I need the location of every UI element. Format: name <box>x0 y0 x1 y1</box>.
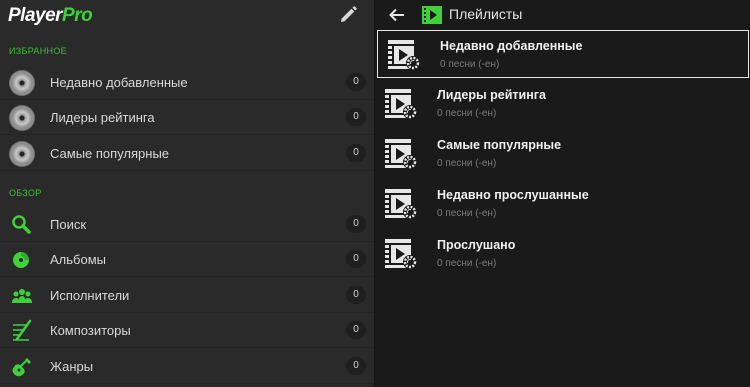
count-badge: 0 <box>346 215 366 233</box>
sidebar-item-search[interactable]: Поиск 0 <box>0 207 374 242</box>
playlist-item-recently-added[interactable]: Недавно добавленные 0 песни (-ен) <box>377 30 749 78</box>
composer-icon <box>13 319 32 341</box>
album-icon <box>13 252 29 268</box>
playlist-item-most-popular[interactable]: Самые популярные 0 песни (-ен) <box>375 130 750 178</box>
drawer-header: PlayerPro <box>0 0 374 30</box>
edit-icon[interactable] <box>338 5 358 25</box>
playlist-title: Прослушано <box>437 238 516 252</box>
disc-icon <box>9 141 35 167</box>
sidebar-item-most-popular[interactable]: Самые популярные 0 <box>0 136 374 171</box>
count-badge: 0 <box>346 144 366 162</box>
sidebar-item-genres[interactable]: Жанры 0 <box>0 349 374 384</box>
browse-section-header: ОБЗОР <box>9 188 42 198</box>
favorites-section-header: ИЗБРАННОЕ <box>9 46 67 56</box>
smart-playlist-icon <box>385 139 417 169</box>
playlist-item-top-rated[interactable]: Лидеры рейтинга 0 песни (-ен) <box>375 80 750 128</box>
sidebar-item-label: Жанры <box>50 359 94 374</box>
smart-playlist-icon <box>385 89 417 119</box>
playlist-title: Самые популярные <box>437 138 562 152</box>
disc-icon <box>9 70 35 96</box>
playlists-panel: Плейлисты Недавно добавленные 0 песни (-… <box>375 0 750 387</box>
smart-playlist-icon <box>385 189 417 219</box>
sidebar-item-label: Альбомы <box>50 252 106 267</box>
sidebar-item-label: Исполнители <box>50 288 130 303</box>
guitar-icon <box>12 358 31 377</box>
sidebar-item-label: Самые популярные <box>50 146 170 161</box>
sidebar-item-label: Композиторы <box>50 323 131 338</box>
playlist-icon <box>422 6 442 24</box>
count-badge: 0 <box>346 73 366 91</box>
smart-playlist-icon <box>385 239 417 269</box>
smart-playlist-icon <box>388 40 420 70</box>
playlist-title: Лидеры рейтинга <box>437 88 546 102</box>
count-badge: 0 <box>346 108 366 126</box>
playlist-subtitle: 0 песни (-ен) <box>440 59 500 70</box>
page-title: Плейлисты <box>449 6 523 22</box>
app-logo: PlayerPro <box>8 5 93 26</box>
sidebar-item-label: Лидеры рейтинга <box>50 110 155 125</box>
sidebar-item-label: Недавно добавленные <box>50 75 188 90</box>
count-badge: 0 <box>346 286 366 304</box>
toolbar: Плейлисты <box>375 0 750 30</box>
back-arrow-icon[interactable] <box>387 5 407 25</box>
sidebar-item-artists[interactable]: Исполнители 0 <box>0 278 374 313</box>
sidebar-item-recently-added[interactable]: Недавно добавленные 0 <box>0 65 374 100</box>
count-badge: 0 <box>346 321 366 339</box>
artists-icon <box>12 289 32 303</box>
playlist-item-played[interactable]: Прослушано 0 песни (-ен) <box>375 230 750 278</box>
playlist-subtitle: 0 песни (-ен) <box>437 108 497 119</box>
playlist-subtitle: 0 песни (-ен) <box>437 158 497 169</box>
playlist-subtitle: 0 песни (-ен) <box>437 258 497 269</box>
sidebar-item-albums[interactable]: Альбомы 0 <box>0 242 374 277</box>
sidebar-item-top-rated[interactable]: Лидеры рейтинга 0 <box>0 100 374 135</box>
count-badge: 0 <box>346 357 366 375</box>
playlist-title: Недавно прослушанные <box>437 188 589 202</box>
playlist-title: Недавно добавленные <box>440 39 583 53</box>
count-badge: 0 <box>346 250 366 268</box>
navigation-drawer: PlayerPro ИЗБРАННОЕ Недавно добавленные … <box>0 0 375 387</box>
playlist-subtitle: 0 песни (-ен) <box>437 208 497 219</box>
playlist-item-recently-played[interactable]: Недавно прослушанные 0 песни (-ен) <box>375 180 750 228</box>
sidebar-item-label: Поиск <box>50 217 87 232</box>
sidebar-item-composers[interactable]: Композиторы 0 <box>0 313 374 348</box>
search-icon <box>12 215 31 234</box>
disc-icon <box>9 105 35 131</box>
